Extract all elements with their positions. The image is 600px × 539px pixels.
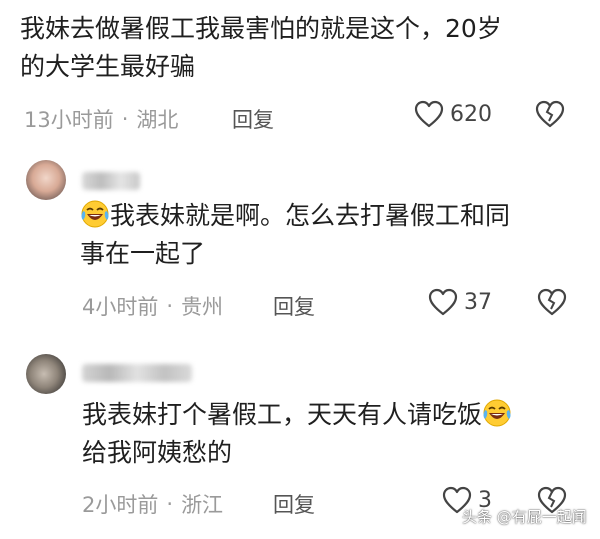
comment-3-text: 我表妹打个暑假工，天天有人请吃饭 给我阿姨愁的 xyxy=(82,396,512,472)
username-blurred[interactable] xyxy=(82,364,192,382)
comment-2-time: 4小时前 xyxy=(82,295,159,319)
comment-1-like-button[interactable]: 620 xyxy=(414,100,492,128)
comment-2-location: 贵州 xyxy=(181,295,224,319)
comment-2-reply-button[interactable]: 回复 xyxy=(273,291,315,321)
heart-icon xyxy=(414,100,444,128)
comment-3-location: 浙江 xyxy=(181,493,224,517)
comment-3-line-1: 我表妹打个暑假工，天天有人请吃饭 xyxy=(82,400,483,429)
comment-3-meta: 2小时前 · 浙江 xyxy=(82,489,223,519)
comment-2-meta: 4小时前 · 贵州 xyxy=(82,291,223,321)
comment-1-location: 湖北 xyxy=(136,108,179,132)
comment-1-like-count: 620 xyxy=(450,101,492,127)
laughing-crying-emoji-icon xyxy=(483,399,511,427)
comment-1-line-1: 我妹去做暑假工我最害怕的就是这个，20岁 xyxy=(20,14,502,43)
meta-separator: · xyxy=(121,107,129,131)
meta-separator: · xyxy=(166,294,174,318)
comment-2-text: 我表妹就是啊。怎么去打暑假工和同 事在一起了 xyxy=(80,197,510,273)
broken-heart-icon[interactable] xyxy=(537,288,567,316)
avatar[interactable] xyxy=(26,354,66,394)
comment-1-reply-button[interactable]: 回复 xyxy=(232,104,274,134)
heart-icon xyxy=(428,288,458,316)
meta-separator: · xyxy=(166,492,174,516)
comment-1-text: 我妹去做暑假工我最害怕的就是这个，20岁 的大学生最好骗 xyxy=(20,10,502,86)
comment-1-line-2: 的大学生最好骗 xyxy=(20,52,196,81)
comment-2-like-count: 37 xyxy=(464,289,492,315)
comment-3-line-2: 给我阿姨愁的 xyxy=(82,438,233,467)
laughing-crying-emoji-icon xyxy=(81,200,109,228)
watermark: 头条 @有屁一起闻 xyxy=(462,508,587,526)
comment-1-meta: 13小时前 · 湖北 xyxy=(24,104,178,134)
comment-3-reply-button[interactable]: 回复 xyxy=(273,489,315,519)
comment-2-like-button[interactable]: 37 xyxy=(428,288,492,316)
avatar[interactable] xyxy=(26,160,66,200)
broken-heart-icon[interactable] xyxy=(535,100,565,128)
comment-2-line-2: 事在一起了 xyxy=(80,239,206,268)
username-blurred[interactable] xyxy=(82,172,140,190)
comment-3-time: 2小时前 xyxy=(82,493,159,517)
comment-1-time: 13小时前 xyxy=(24,108,114,132)
comment-2-line-1: 我表妹就是啊。怎么去打暑假工和同 xyxy=(110,201,511,230)
